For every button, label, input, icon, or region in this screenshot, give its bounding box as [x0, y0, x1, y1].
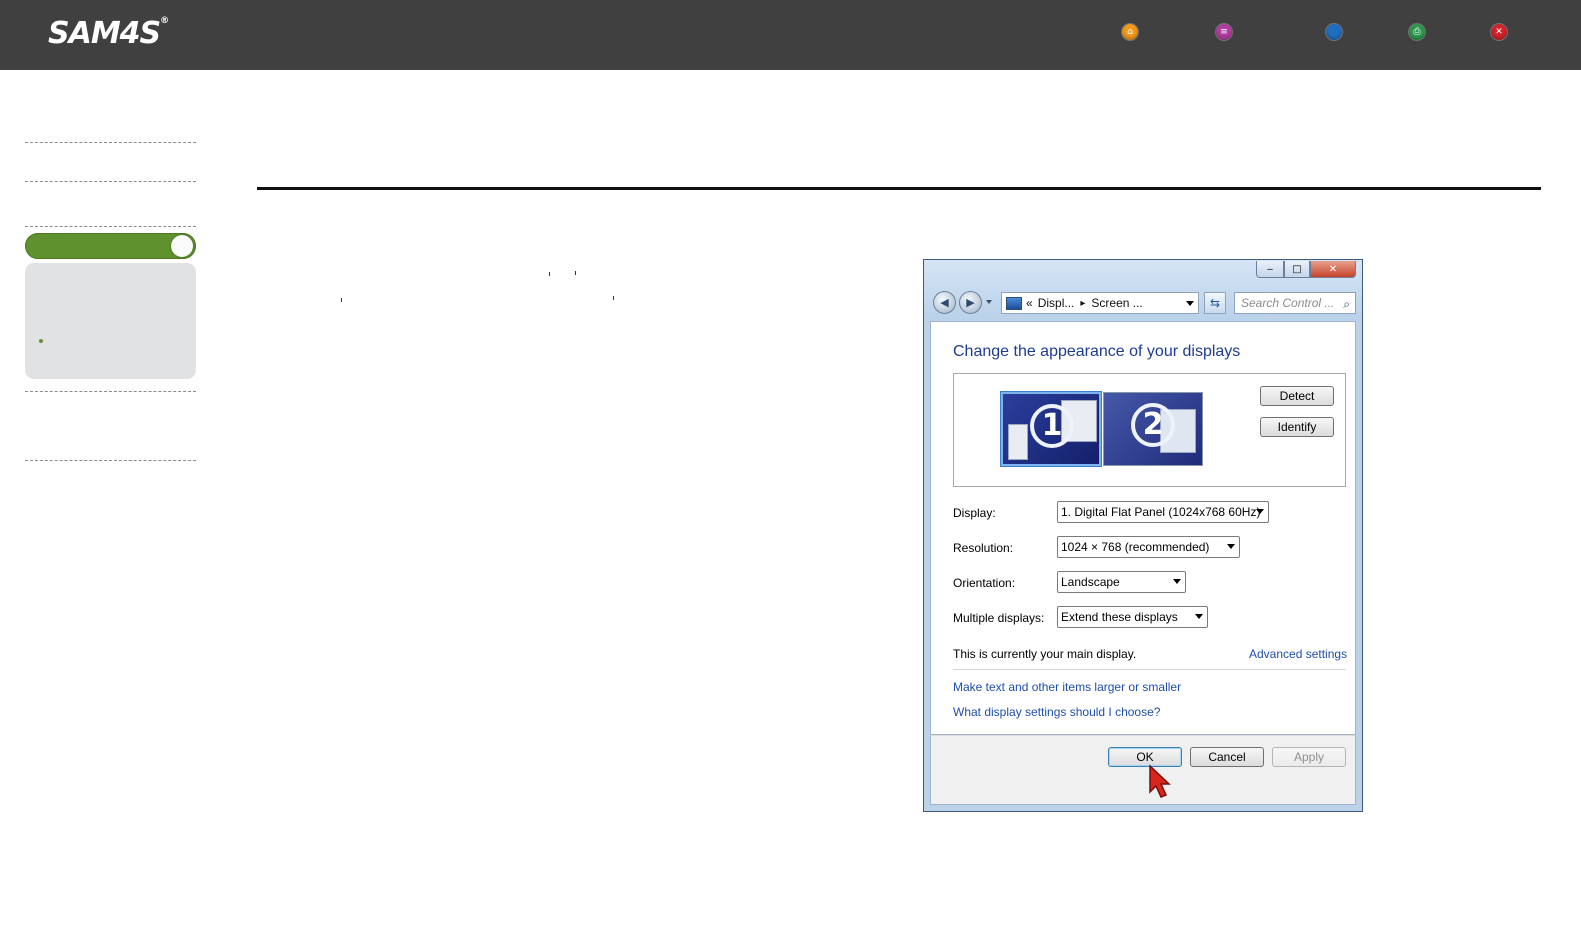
- monitor-2-number: 2: [1131, 403, 1175, 447]
- close-icon[interactable]: ✕: [1491, 24, 1507, 40]
- dialog-footer: OK Cancel Apply: [930, 735, 1356, 805]
- sidebar-active-section-pill[interactable]: [25, 233, 196, 259]
- home-glyph: ⌂: [1127, 26, 1133, 37]
- resolution-select[interactable]: 1024 × 768 (recommended): [1057, 536, 1240, 558]
- detect-button[interactable]: Detect: [1260, 386, 1334, 406]
- display-select[interactable]: 1. Digital Flat Panel (1024x768 60Hz): [1057, 501, 1269, 523]
- identify-button[interactable]: Identify: [1260, 417, 1334, 437]
- forward-arrow-icon[interactable]: ▶: [959, 291, 982, 314]
- orientation-select[interactable]: Landscape: [1057, 571, 1186, 593]
- print-glyph: ⎙: [1413, 26, 1421, 37]
- display-value: 1. Digital Flat Panel (1024x768 60Hz): [1061, 505, 1261, 519]
- logo-text: SAM4S: [48, 16, 161, 51]
- mouse-pointer-icon: [1149, 764, 1171, 798]
- minimize-icon: ‒: [1266, 263, 1274, 275]
- address-chevrons: «: [1026, 296, 1033, 310]
- dropdown-arrow-icon: [1256, 509, 1264, 514]
- main-display-status: This is currently your main display.: [953, 647, 1137, 661]
- maximize-button[interactable]: □: [1284, 261, 1310, 278]
- home-icon[interactable]: ⌂: [1122, 24, 1138, 40]
- dropdown-arrow-icon: [1227, 544, 1235, 549]
- recent-pages-dropdown-icon[interactable]: [986, 300, 992, 304]
- sidebar-divider: [25, 226, 196, 227]
- multiple-displays-select[interactable]: Extend these displays: [1057, 606, 1208, 628]
- registered-mark: ®: [160, 16, 169, 26]
- orientation-value: Landscape: [1061, 575, 1120, 589]
- screen-resolution-window: ‒ □ ✕ ◀ ▶ « Displ... ▸ Screen ... ⇆ Sear…: [923, 259, 1363, 812]
- print-icon[interactable]: ⎙: [1409, 24, 1425, 40]
- refresh-button[interactable]: ⇆: [1204, 292, 1226, 314]
- monitor-arrangement-panel: 1 2 Detect Identify: [953, 373, 1346, 487]
- submenu-bullet: [39, 339, 43, 343]
- multiple-displays-label: Multiple displays:: [953, 611, 1045, 625]
- sidebar-submenu-panel: [25, 263, 196, 379]
- text-size-link[interactable]: Make text and other items larger or smal…: [953, 680, 1181, 694]
- pill-toggle-knob: [171, 235, 193, 257]
- orientation-label: Orientation:: [953, 576, 1016, 590]
- sam4s-logo: SAM4S®: [48, 16, 169, 51]
- section-divider: [953, 669, 1346, 670]
- cancel-button[interactable]: Cancel: [1190, 747, 1264, 767]
- monitor-1-tile[interactable]: 1: [1001, 392, 1101, 466]
- text-fragment: [549, 272, 550, 276]
- list-icon[interactable]: ≡: [1216, 24, 1232, 40]
- dropdown-arrow-icon: [1195, 614, 1203, 619]
- maximize-icon: □: [1292, 263, 1302, 275]
- dropdown-arrow-icon: [1173, 579, 1181, 584]
- sidebar-divider: [25, 181, 196, 182]
- sidebar-divider: [25, 391, 196, 392]
- breadcrumb-separator-icon: ▸: [1080, 297, 1086, 309]
- sidebar-divider: [25, 142, 196, 143]
- apply-button[interactable]: Apply: [1272, 747, 1346, 767]
- monitor-1-number: 1: [1030, 404, 1074, 448]
- list-glyph: ≡: [1220, 26, 1228, 37]
- resolution-value: 1024 × 768 (recommended): [1061, 540, 1210, 554]
- minimize-button[interactable]: ‒: [1256, 261, 1284, 278]
- address-dropdown-icon[interactable]: [1186, 301, 1194, 306]
- window-close-button[interactable]: ✕: [1310, 261, 1356, 278]
- title-rule: [257, 187, 1541, 190]
- display-label: Display:: [953, 506, 996, 520]
- monitor-2-tile[interactable]: 2: [1103, 392, 1203, 466]
- breadcrumb-display[interactable]: Displ...: [1038, 296, 1075, 310]
- search-input[interactable]: Search Control ... ⌕: [1234, 292, 1356, 314]
- top-bar: SAM4S® ⌂ ≡ ⎙ ✕: [0, 0, 1581, 70]
- address-bar[interactable]: « Displ... ▸ Screen ...: [1001, 292, 1199, 314]
- search-icon: ⌕: [1343, 297, 1350, 311]
- dialog-content: Change the appearance of your displays 1…: [930, 321, 1356, 735]
- close-glyph: ✕: [1495, 26, 1503, 37]
- text-fragment: [613, 296, 614, 300]
- display-help-link[interactable]: What display settings should I choose?: [953, 705, 1160, 719]
- refresh-icon: ⇆: [1209, 296, 1221, 310]
- multiple-displays-value: Extend these displays: [1061, 610, 1178, 624]
- back-arrow-icon[interactable]: ◀: [933, 291, 956, 314]
- back-icon[interactable]: [1326, 24, 1342, 40]
- monitor-1-window-thumbnail: [1008, 424, 1028, 460]
- text-fragment: [575, 271, 576, 275]
- sidebar-divider: [25, 460, 196, 461]
- advanced-settings-link[interactable]: Advanced settings: [1249, 647, 1347, 661]
- page-heading: Change the appearance of your displays: [953, 343, 1241, 360]
- text-fragment: [341, 298, 342, 302]
- search-placeholder: Search Control ...: [1241, 296, 1335, 310]
- resolution-label: Resolution:: [953, 541, 1014, 555]
- window-close-icon: ✕: [1328, 263, 1338, 275]
- breadcrumb-screen[interactable]: Screen ...: [1091, 296, 1142, 310]
- control-panel-icon: [1006, 296, 1022, 310]
